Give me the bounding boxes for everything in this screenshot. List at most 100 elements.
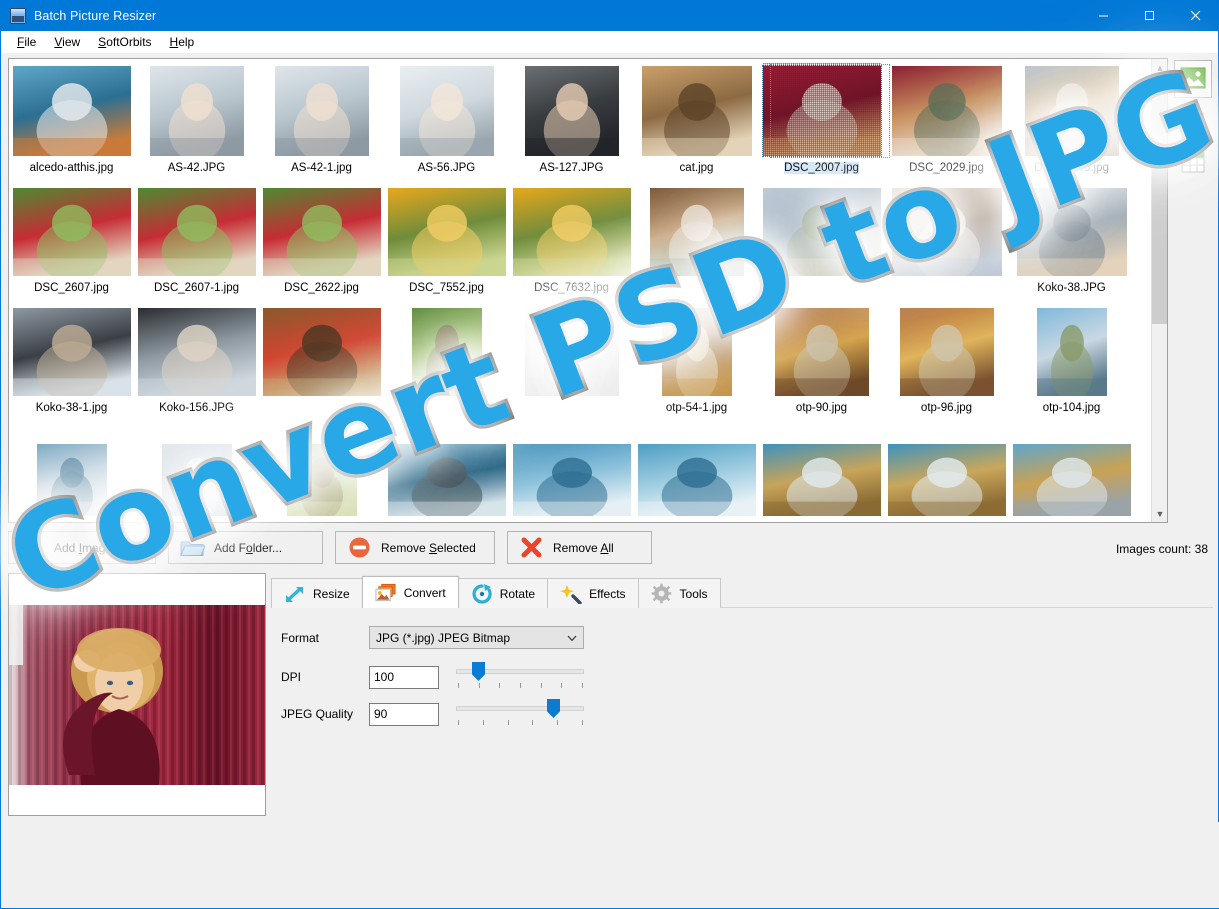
- jpeg-quality-slider-track[interactable]: [456, 706, 584, 711]
- dpi-input[interactable]: 100: [369, 665, 439, 689]
- thumbnail-image[interactable]: [399, 63, 494, 156]
- thumbnail-image[interactable]: [262, 303, 381, 396]
- scrollbar-thumb[interactable]: [1152, 76, 1167, 324]
- thumbnail-item[interactable]: [634, 423, 759, 522]
- thumbnail-item[interactable]: DSC_7552.jpg: [384, 183, 509, 303]
- thumbnail-image[interactable]: [286, 423, 357, 516]
- details-view-button[interactable]: [1174, 144, 1212, 182]
- thumbnail-item[interactable]: [1009, 423, 1134, 522]
- thumbnail-item[interactable]: [884, 183, 1009, 303]
- thumbnail-image[interactable]: [649, 183, 744, 276]
- thumbnail-image[interactable]: [762, 423, 881, 516]
- thumbnail-item[interactable]: DSC_2607-1.jpg: [134, 183, 259, 303]
- menu-view[interactable]: View: [45, 33, 89, 51]
- thumbnail-image[interactable]: [1016, 183, 1127, 276]
- thumbnail-item[interactable]: [259, 423, 384, 522]
- thumbnail-image[interactable]: [1036, 303, 1107, 396]
- thumbnail-image[interactable]: [887, 423, 1006, 516]
- thumbnail-image[interactable]: [661, 303, 732, 396]
- thumbnail-item[interactable]: DSC_2029.jpg: [884, 63, 1009, 183]
- thumbnail-image[interactable]: [524, 63, 619, 156]
- thumbnail-image[interactable]: [1024, 63, 1119, 156]
- thumbnail-item[interactable]: cat.jpg: [634, 63, 759, 183]
- dpi-slider[interactable]: [456, 660, 584, 694]
- thumbnail-image[interactable]: [137, 183, 256, 276]
- thumbnail-item[interactable]: [259, 303, 384, 423]
- thumbnail-image[interactable]: [637, 423, 756, 516]
- maximize-button[interactable]: [1126, 0, 1172, 31]
- add-folder-button[interactable]: Add Folder...: [168, 531, 323, 564]
- thumbnail-image[interactable]: [12, 303, 131, 396]
- thumbnail-item[interactable]: otp-90.jpg: [759, 303, 884, 423]
- thumbnail-item[interactable]: DSC_2607.jpg: [9, 183, 134, 303]
- jpeg-quality-slider-knob[interactable]: [547, 699, 560, 718]
- thumbnail-item[interactable]: AS-42-1.jpg: [259, 63, 384, 183]
- thumbnail-image[interactable]: [512, 183, 631, 276]
- thumbnail-item[interactable]: otp-54-1.jpg: [634, 303, 759, 423]
- thumbnail-image[interactable]: [524, 303, 619, 396]
- thumbnail-item[interactable]: otp-96.jpg: [884, 303, 1009, 423]
- thumbnail-item[interactable]: AS-56.JPG: [384, 63, 509, 183]
- thumbnail-item[interactable]: AS-127.JPG: [509, 63, 634, 183]
- scrollbar-track[interactable]: [1152, 76, 1167, 505]
- thumbnail-image[interactable]: [891, 183, 1002, 276]
- jpeg-quality-input[interactable]: 90: [369, 702, 439, 726]
- thumbnail-image[interactable]: [512, 423, 631, 516]
- thumbnail-image[interactable]: [762, 183, 881, 276]
- thumbnail-item[interactable]: DSC_2007.jpg: [759, 63, 890, 183]
- thumbnail-item[interactable]: DSC_2622.jpg: [259, 183, 384, 303]
- menu-file[interactable]: File: [8, 33, 45, 51]
- thumbnail-image[interactable]: [274, 63, 369, 156]
- thumbnail-item[interactable]: AS-42.JPG: [134, 63, 259, 183]
- minimize-button[interactable]: [1080, 0, 1126, 31]
- thumbnail-item[interactable]: Koko-156.JPG: [134, 303, 259, 423]
- thumbnail-image[interactable]: [411, 303, 482, 396]
- remove-all-button[interactable]: Remove All: [507, 531, 652, 564]
- thumbnail-image[interactable]: [1012, 423, 1131, 516]
- thumbnail-item[interactable]: [634, 183, 759, 303]
- thumbnail-image[interactable]: [36, 423, 107, 516]
- tab-effects[interactable]: Effects: [547, 578, 639, 608]
- format-select[interactable]: JPG (*.jpg) JPEG Bitmap: [369, 626, 584, 649]
- jpeg-quality-slider[interactable]: [456, 697, 584, 731]
- thumbnail-item[interactable]: [509, 303, 634, 423]
- thumbnail-item[interactable]: DSC_7632.jpg: [509, 183, 634, 303]
- file-list-panel[interactable]: alcedo-atthis.jpg AS-42.JPG AS-42-1.jpg …: [8, 58, 1168, 523]
- thumbnail-item[interactable]: Koko-38.JPG: [1009, 183, 1134, 303]
- tab-tools[interactable]: Tools: [637, 578, 721, 608]
- thumbnail-image[interactable]: [387, 423, 506, 516]
- thumbnail-item[interactable]: alcedo-atthis.jpg: [9, 63, 134, 183]
- menu-softorbits[interactable]: SoftOrbits: [89, 33, 160, 51]
- thumbnail-item[interactable]: [509, 423, 634, 522]
- thumbnails-view-button[interactable]: [1174, 60, 1212, 98]
- scroll-up-icon[interactable]: ▲: [1152, 59, 1167, 76]
- thumbnail-item[interactable]: [759, 423, 884, 522]
- thumbnail-item[interactable]: DSC_2045.jpg: [1009, 63, 1134, 183]
- thumbnail-item[interactable]: [384, 303, 509, 423]
- remove-selected-button[interactable]: Remove Selected: [335, 531, 495, 564]
- thumbnail-item[interactable]: Koko-38-1.jpg: [9, 303, 134, 423]
- dpi-slider-knob[interactable]: [472, 662, 485, 681]
- thumbnail-image[interactable]: [12, 183, 131, 276]
- thumbnail-item[interactable]: [9, 423, 134, 522]
- thumbnail-item[interactable]: [384, 423, 509, 522]
- add-images-button[interactable]: Add Images...: [8, 531, 156, 564]
- thumbnail-image[interactable]: [149, 63, 244, 156]
- thumbnail-item[interactable]: otp-104.jpg: [1009, 303, 1134, 423]
- thumbnail-image[interactable]: [161, 423, 232, 516]
- tab-resize[interactable]: Resize: [271, 578, 363, 608]
- thumbnail-image[interactable]: [899, 303, 994, 396]
- list-view-button[interactable]: [1174, 102, 1212, 140]
- thumbnail-image[interactable]: [761, 63, 882, 157]
- thumbnail-item[interactable]: [759, 183, 884, 303]
- thumbnail-image[interactable]: [12, 63, 131, 156]
- close-button[interactable]: [1172, 0, 1218, 31]
- menu-help[interactable]: Help: [161, 33, 204, 51]
- scroll-down-icon[interactable]: ▼: [1152, 505, 1167, 522]
- thumbnail-image[interactable]: [137, 303, 256, 396]
- thumbnail-image[interactable]: [774, 303, 869, 396]
- thumbnail-image[interactable]: [891, 63, 1002, 156]
- thumbnail-image[interactable]: [387, 183, 506, 276]
- thumbnail-item[interactable]: [884, 423, 1009, 522]
- list-scrollbar[interactable]: ▲ ▼: [1151, 59, 1167, 522]
